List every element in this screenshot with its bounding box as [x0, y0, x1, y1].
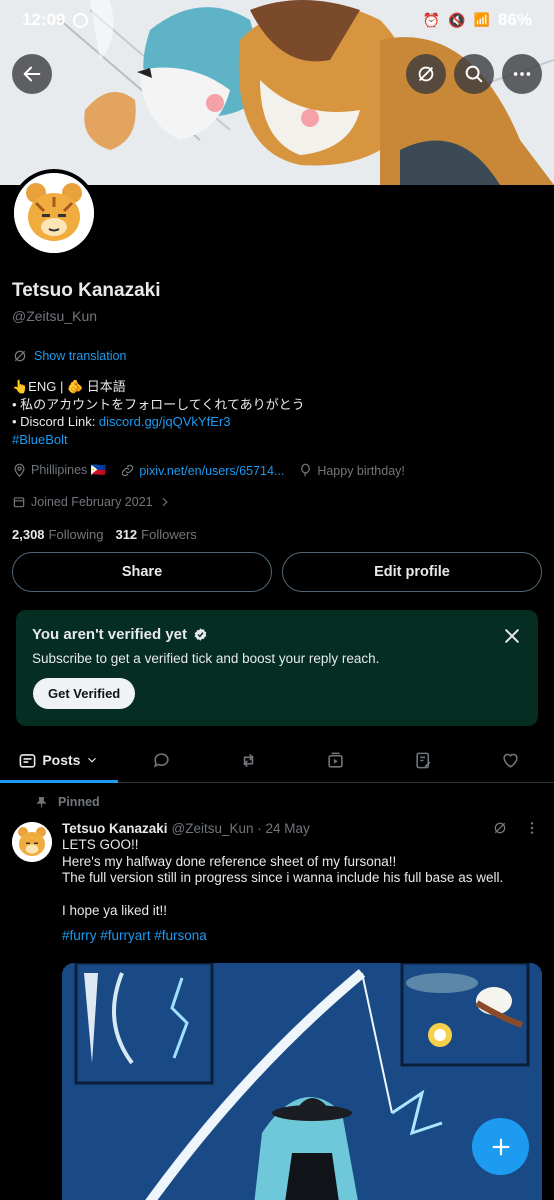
verify-description: Subscribe to get a verified tick and boo… [32, 651, 380, 666]
edit-profile-button[interactable]: Edit profile [282, 552, 542, 592]
post-text: LETS GOO!! Here's my halfway done refere… [62, 837, 540, 920]
post-line: Here's my halfway done reference sheet o… [62, 853, 397, 869]
more-options-button[interactable] [502, 54, 542, 94]
tab-reposts[interactable] [205, 738, 292, 782]
messenger-icon [73, 12, 89, 28]
profile-tabs: Posts [0, 738, 554, 783]
pinned-label: Pinned [0, 795, 554, 809]
post-header: Tetsuo Kanazaki @Zeitsu_Kun · 24 May [62, 820, 540, 836]
location-text: Phillipines 🇵🇭 [31, 463, 107, 477]
post-line: LETS GOO!! [62, 837, 139, 852]
balloon-icon [301, 463, 311, 477]
profile-name: Tetsuo Kanazaki [12, 280, 161, 301]
pin-icon [36, 796, 47, 807]
chevron-down-icon [88, 757, 97, 763]
tab-articles[interactable] [380, 738, 467, 782]
more-vertical-icon[interactable] [524, 820, 540, 836]
bio-line: 👆ENG | 🫵 日本語 [12, 379, 126, 394]
following-link[interactable]: 2,308 Following [12, 527, 103, 542]
followers-label: Followers [141, 527, 197, 542]
article-edit-icon [416, 752, 431, 768]
verify-title: You aren't verified yet [32, 626, 522, 643]
share-button[interactable]: Share [12, 552, 272, 592]
wifi-icon: 📶 [473, 12, 490, 27]
grok-button[interactable] [406, 54, 446, 94]
bio-discord-prefix: • Discord Link: [12, 414, 99, 429]
plus-icon [492, 1138, 509, 1155]
post-line [62, 887, 540, 904]
mute-icon: 🔇 [448, 11, 466, 28]
posts-icon [19, 753, 36, 768]
tab-media[interactable] [292, 738, 379, 782]
repost-icon [243, 753, 254, 767]
post-line: I hope ya liked it!! [62, 903, 168, 918]
profile-bio: 👆ENG | 🫵 日本語 • 私のアカウントをフォローしてくれてありがとう • … [12, 378, 542, 448]
joined-text: Joined February 2021 [31, 495, 153, 509]
status-bar: 12:09 ⏰ 🔇 📶 86% [0, 0, 554, 40]
discord-link[interactable]: discord.gg/jqQVkYfEr3 [99, 414, 231, 429]
arrow-left-icon [23, 66, 41, 82]
grok-icon [14, 350, 26, 362]
post-image[interactable] [62, 963, 542, 1200]
video-icon [328, 752, 344, 768]
bio-line: • Discord Link: discord.gg/jqQVkYfEr3 [12, 413, 542, 431]
pinned-text: Pinned [58, 795, 100, 809]
profile-handle: @Zeitsu_Kun [12, 308, 98, 324]
grok-icon [418, 66, 434, 82]
website-item[interactable]: pixiv.net/en/users/65714... [120, 463, 284, 478]
grok-icon[interactable] [492, 820, 508, 836]
alarm-icon: ⏰ [422, 11, 441, 28]
profile-avatar[interactable] [10, 169, 98, 257]
chevron-right-icon [162, 497, 168, 507]
heart-icon [503, 753, 518, 768]
tab-likes[interactable] [467, 738, 554, 782]
compose-post-button[interactable] [472, 1118, 529, 1175]
follow-stats: 2,308 Following 312 Followers [12, 527, 542, 542]
tab-posts[interactable]: Posts [0, 738, 118, 783]
profile-actions: Share Edit profile [12, 552, 542, 592]
pinned-post[interactable]: Pinned Tetsuo Kanazaki @Zeitsu_Kun · 24 … [0, 795, 554, 1200]
verification-prompt-card: You aren't verified yet Subscribe to get… [16, 610, 538, 726]
birthday-item: Happy birthday! [298, 463, 405, 478]
back-button[interactable] [12, 54, 52, 94]
website-link[interactable]: pixiv.net/en/users/65714... [139, 464, 284, 478]
post-author-avatar[interactable] [12, 822, 52, 862]
calendar-icon [13, 497, 25, 508]
profile-info: Tetsuo Kanazaki @Zeitsu_Kun Show transla… [12, 280, 542, 542]
more-horizontal-icon [513, 72, 531, 76]
search-button[interactable] [454, 54, 494, 94]
following-count: 2,308 [12, 527, 45, 542]
status-time: 12:09 [22, 10, 66, 29]
profile-meta: Phillipines 🇵🇭 pixiv.net/en/users/65714.… [12, 463, 542, 478]
search-icon [465, 65, 483, 83]
post-author-name[interactable]: Tetsuo Kanazaki [62, 821, 168, 836]
post-body: Tetsuo Kanazaki @Zeitsu_Kun · 24 May LET… [62, 820, 540, 943]
tab-posts-label: Posts [42, 752, 81, 768]
post-hashtags[interactable]: #furry #furryart #fursona [62, 928, 540, 943]
get-verified-button[interactable]: Get Verified [33, 678, 136, 709]
followers-link[interactable]: 312 Followers [115, 527, 196, 542]
location-item: Phillipines 🇵🇭 [12, 463, 106, 478]
post-line: The full version still in progress since… [62, 870, 504, 885]
tab-replies[interactable] [118, 738, 205, 782]
link-icon [122, 464, 134, 477]
verified-badge-icon [194, 628, 207, 641]
post-meta: @Zeitsu_Kun · 24 May [171, 820, 310, 836]
show-translation-link[interactable]: Show translation [12, 348, 542, 364]
bio-line: • 私のアカウントをフォローしてくれてありがとう [12, 396, 305, 412]
show-translation-label: Show translation [34, 349, 127, 363]
reply-bubble-icon [153, 752, 169, 768]
joined-date[interactable]: Joined February 2021 [12, 495, 542, 509]
battery-level: 86% [497, 10, 532, 29]
verify-title-text: You aren't verified yet [32, 626, 188, 643]
followers-count: 312 [115, 527, 138, 542]
bio-hashtag-link[interactable]: #BlueBolt [12, 431, 542, 449]
following-label: Following [48, 527, 104, 542]
birthday-text: Happy birthday! [317, 463, 405, 478]
close-icon[interactable] [502, 626, 522, 646]
location-pin-icon [14, 463, 25, 477]
